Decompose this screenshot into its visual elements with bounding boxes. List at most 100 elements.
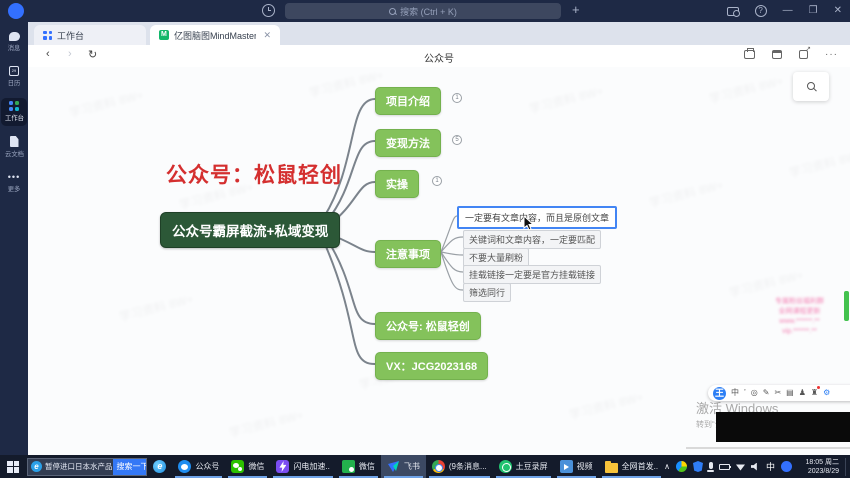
screen-cast-icon[interactable] [727,7,739,16]
horizontal-scrollbar[interactable] [686,447,850,449]
mindmaster-tab-icon: M [159,30,169,40]
battery-icon[interactable] [719,464,730,470]
network-icon[interactable] [736,463,745,471]
ime-keyboard-icon[interactable]: ▤ [786,386,794,400]
search-placeholder: 搜索 (Ctrl + K) [400,5,457,18]
start-button[interactable] [7,461,19,473]
windows-taskbar: e 暂停进口日本水产品 搜索一下 e 公众号 微信 闪电加速.. 微信 飞书 (… [0,455,850,478]
ime-emoji-icon[interactable]: ◎ [751,386,758,400]
collapse-badge[interactable]: 1 [452,93,462,103]
ie-icon: e [153,460,166,473]
taskbar-clock[interactable]: 18:05 周二 2023/8/29 [800,458,846,476]
workbench-icon [9,101,19,111]
taskbar-app-ie[interactable]: e [147,455,172,478]
ime-logo[interactable]: 王 [713,387,726,400]
wechat-window-icon [342,460,355,473]
window-titlebar: 搜索 (Ctrl + K) + ? — ❐ ✕ [0,0,850,22]
tab-workbench[interactable]: 工作台 [34,25,146,45]
mindmap-canvas[interactable]: 学习资料 8W+ 学习资料 8W+ 学习资料 8W+ 学习资料 8W+ 学习资料… [28,67,850,455]
taskbar-app-wechat[interactable]: 微信 [225,455,270,478]
close-button[interactable]: ✕ [834,0,842,22]
shield-icon[interactable] [693,461,703,472]
mindmap-note[interactable]: 筛选同行 [463,283,511,302]
tray-expand-icon[interactable]: ∧ [664,462,670,471]
volume-icon[interactable] [751,463,760,471]
taskbar-app-feishu[interactable]: 飞书 [381,455,426,478]
ime-mode-chinese[interactable]: 中 [731,386,739,400]
antivirus-icon[interactable] [676,461,687,472]
tray-app-icon[interactable] [781,461,792,472]
ime-indicator[interactable]: 中 [766,460,775,473]
ime-toolbar[interactable]: 王 中 ’ ◎ ✎ ✂ ▤ ♟ ♜ ⚙ [708,385,850,401]
doc-title: 公众号 [28,50,850,65]
black-cover-box [716,412,850,442]
ime-punctuation-icon[interactable]: ’ [744,386,746,400]
taskbar-app-tudou[interactable]: 土豆录屏 [493,455,554,478]
ime-handwrite-icon[interactable]: ✎ [763,386,770,400]
red-watermark-text: 公众号：松鼠轻创 [166,159,342,189]
search-icon [389,8,396,15]
mindmap-node[interactable]: 公众号: 松鼠轻创 [375,312,481,340]
history-icon[interactable] [262,4,275,17]
taskbar-app-chrome[interactable]: (9条消息... [426,455,493,478]
minimize-button[interactable]: — [783,0,793,22]
sidebar-item-workbench[interactable]: 工作台 [1,98,27,126]
tab-close-icon[interactable]: ✕ [263,30,271,41]
news-icon: e [31,461,42,472]
tab-mindmaster[interactable]: M 亿图脑图MindMaster ✕ [150,25,280,45]
taskbar-search-box[interactable]: e 暂停进口日本水产品 搜索一下 [27,458,147,476]
app-sidebar: 消息 日历 工作台 云文档 ••• 更多 [0,22,28,455]
toolbar-more-icon[interactable]: ··· [825,49,838,60]
scrollbar-thumb[interactable] [844,291,849,321]
help-icon[interactable]: ? [755,5,767,17]
video-icon [560,460,573,473]
avatar[interactable] [8,3,24,19]
mindmap-node[interactable]: 注意事项 [375,240,441,268]
system-tray: ∧ 中 18:05 周二 2023/8/29 [664,458,850,476]
global-search-input[interactable]: 搜索 (Ctrl + K) [285,3,561,19]
mindmap-note-selected[interactable]: 一定要有文章内容，而且是原创文章 [457,206,617,229]
collapse-badge[interactable]: 1 [432,176,442,186]
ime-clip-icon[interactable]: ✂ [774,386,781,400]
taskbar-app-accelerator[interactable]: 闪电加速.. [270,455,335,478]
cloud-doc-icon [10,136,19,147]
sidebar-item-calendar[interactable]: 日历 [0,63,28,91]
browser-icon [178,460,191,473]
ime-settings-icon[interactable]: ⚙ [823,386,830,400]
mindmap-node[interactable]: 实操 [375,170,419,198]
print-icon[interactable] [744,50,755,59]
sidebar-item-docs[interactable]: 云文档 [0,133,28,162]
microphone-icon[interactable] [709,462,713,469]
mindmap-note[interactable]: 关键词和文章内容，一定要匹配 [463,230,601,249]
collapse-badge[interactable]: 5 [452,135,462,145]
lightning-icon [276,460,289,473]
search-now-button[interactable]: 搜索一下 [113,458,148,476]
ime-skin-icon[interactable]: ♜ [811,386,818,400]
sidebar-item-more[interactable]: ••• 更多 [0,169,28,197]
sidebar-item-messages[interactable]: 消息 [0,29,28,56]
search-icon [807,82,816,91]
mindmap-node[interactable]: 变现方法 [375,129,441,157]
folder-icon [605,463,618,473]
new-tab-button[interactable]: + [572,2,580,17]
workbench-tab-icon [43,31,52,40]
canvas-search-button[interactable] [793,72,829,101]
mindmap-node[interactable]: 项目介绍 [375,87,441,115]
taskbar-app-wechat-window[interactable]: 微信 [336,455,381,478]
taskbar-app-gongzhonghao[interactable]: 公众号 [172,455,225,478]
open-in-new-icon[interactable] [799,50,808,59]
chrome-icon [432,460,445,473]
taskbar-app-video[interactable]: 视频 [554,455,599,478]
feishu-icon [387,460,400,473]
calendar-icon [9,66,19,76]
mindmap-central-node[interactable]: 公众号霸屏截流+私域变现 [160,212,340,248]
maximize-button[interactable]: ❐ [809,0,818,22]
pink-watermark: 专属粉丝福利群 全网课程更新 www.******.** vip.******.… [752,297,847,337]
ime-account-icon[interactable]: ♟ [799,386,806,400]
screen-recorder-icon [499,460,512,473]
taskbar-app-folder[interactable]: 全网首发.. [599,455,664,478]
mindmap-node[interactable]: VX：JCG2023168 [375,352,488,380]
window-icon[interactable] [772,50,782,59]
mindmap-note[interactable]: 挂载链接一定要是官方挂载链接 [463,265,601,284]
doc-toolbar: ‹ › ↻ 公众号 ··· [28,45,850,67]
